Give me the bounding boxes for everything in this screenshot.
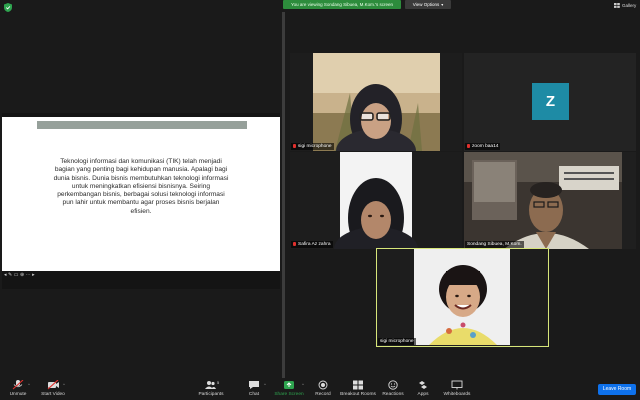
leave-room-button[interactable]: Leave Room bbox=[598, 384, 636, 395]
chat-label: Chat bbox=[248, 392, 260, 397]
share-options-caret-icon[interactable]: ^ bbox=[302, 382, 304, 387]
participant-name: sigi microphone bbox=[298, 144, 332, 149]
reactions-label: Reactions bbox=[382, 392, 404, 397]
active-speaker-tile[interactable]: sigi microphone bbox=[376, 248, 549, 347]
chat-bubble-icon bbox=[249, 381, 259, 389]
participant-video bbox=[464, 152, 636, 249]
video-off-icon bbox=[47, 380, 59, 390]
zoom-icon[interactable]: ⊕ bbox=[20, 272, 24, 278]
video-tile[interactable]: Safira Az zahra bbox=[290, 152, 462, 249]
viewing-screen-banner: You are viewing Sondang Sibuea, M.Kom.'s… bbox=[283, 0, 401, 9]
muted-mic-icon bbox=[467, 143, 470, 148]
security-shield-icon[interactable] bbox=[4, 3, 12, 12]
pen-icon[interactable]: ✎ bbox=[8, 272, 12, 278]
record-icon bbox=[318, 380, 328, 390]
view-options-button[interactable]: View Options ▾ bbox=[405, 0, 451, 9]
video-tile[interactable]: Z zoom baa14 bbox=[464, 53, 636, 151]
muted-mic-icon bbox=[293, 143, 296, 148]
whiteboards-label: Whiteboards bbox=[443, 392, 471, 397]
participant-name-tag: zoom baa14 bbox=[465, 143, 501, 150]
reactions-button[interactable]: Reactions bbox=[380, 380, 406, 397]
share-screen-label: Share Screen bbox=[274, 392, 304, 397]
apps-label: Apps bbox=[417, 392, 429, 397]
participant-avatar: Z bbox=[532, 83, 569, 120]
video-tile[interactable]: sigi microphone bbox=[290, 53, 462, 151]
participant-video bbox=[290, 53, 462, 151]
participant-video bbox=[377, 249, 547, 345]
breakout-rooms-button[interactable]: Breakout Rooms bbox=[339, 380, 377, 397]
next-icon[interactable]: ▸ bbox=[32, 272, 35, 278]
participants-label: Participants bbox=[198, 392, 224, 397]
record-label: Record bbox=[315, 392, 331, 397]
slide-text: Teknologi informasi dan komunikasi (TIK)… bbox=[53, 158, 229, 215]
chat-options-caret-icon[interactable]: ^ bbox=[264, 382, 266, 387]
gallery-view-label: Gallery bbox=[622, 3, 637, 8]
participants-count: 5 bbox=[217, 380, 220, 385]
apps-button[interactable]: Apps bbox=[414, 380, 432, 397]
share-screen-button[interactable]: Share Screen bbox=[274, 380, 304, 397]
participant-name: Sondang Sibuea, M.Kom. bbox=[467, 242, 522, 247]
muted-mic-icon bbox=[293, 241, 296, 246]
participant-video bbox=[290, 152, 462, 249]
highlighter-icon[interactable]: ▭ bbox=[14, 272, 19, 278]
participant-name: zoom baa14 bbox=[472, 144, 499, 149]
participant-name-tag: Safira Az zahra bbox=[291, 241, 333, 248]
share-screen-icon bbox=[284, 381, 294, 389]
record-button[interactable]: Record bbox=[312, 380, 334, 397]
apps-icon bbox=[419, 381, 427, 389]
chevron-down-icon: ▾ bbox=[441, 2, 444, 7]
slide-header-band bbox=[37, 121, 247, 129]
smiley-icon bbox=[388, 380, 398, 390]
participant-name-tag: Sondang Sibuea, M.Kom. bbox=[465, 241, 524, 248]
whiteboard-icon bbox=[451, 380, 463, 390]
breakout-rooms-label: Breakout Rooms bbox=[340, 392, 376, 397]
unmute-options-caret-icon[interactable]: ^ bbox=[28, 382, 30, 387]
participant-name: sigi microphone bbox=[380, 339, 414, 344]
participant-name-tag: sigi microphone bbox=[291, 143, 334, 150]
more-icon[interactable]: ⋯ bbox=[26, 272, 31, 278]
whiteboards-button[interactable]: Whiteboards bbox=[442, 380, 472, 397]
start-video-label: Start Video bbox=[41, 392, 65, 397]
video-tile[interactable]: Sondang Sibuea, M.Kom. bbox=[464, 152, 636, 249]
view-options-label: View Options bbox=[412, 2, 440, 7]
panel-splitter[interactable] bbox=[282, 12, 285, 378]
participant-name: Safira Az zahra bbox=[298, 242, 331, 247]
unmute-label: Unmute bbox=[9, 392, 27, 397]
muted-mic-icon bbox=[12, 380, 24, 390]
slideshow-controls: ◂ ✎ ▭ ⊕ ⋯ ▸ bbox=[4, 272, 36, 278]
video-options-caret-icon[interactable]: ^ bbox=[63, 382, 65, 387]
people-icon: 5 bbox=[205, 380, 220, 389]
participant-name-tag: sigi microphone bbox=[378, 338, 416, 345]
breakout-rooms-icon bbox=[353, 380, 363, 390]
participants-button[interactable]: 5 Participants bbox=[196, 380, 226, 397]
grid-icon bbox=[614, 3, 620, 9]
previous-icon[interactable]: ◂ bbox=[4, 272, 7, 278]
gallery-view-button[interactable]: Gallery bbox=[614, 3, 637, 9]
chat-button[interactable]: Chat bbox=[244, 380, 264, 397]
